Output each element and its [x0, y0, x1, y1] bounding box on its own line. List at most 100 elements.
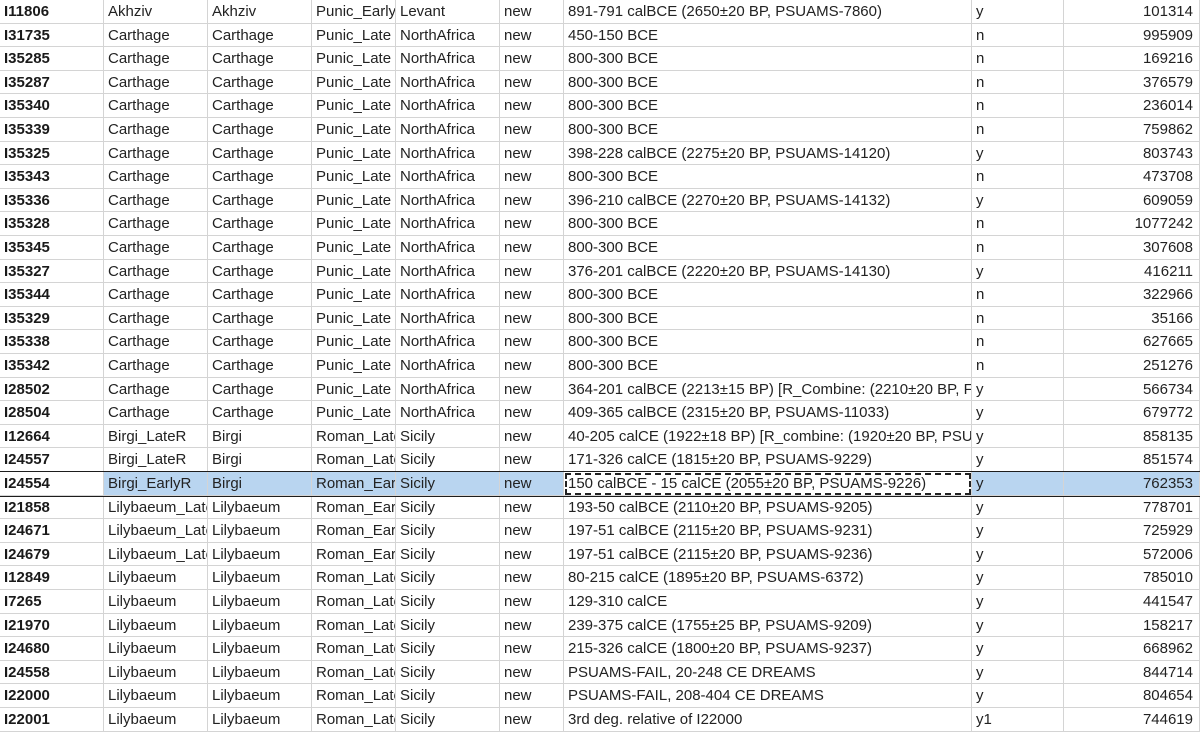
flag-cell[interactable]: y	[972, 259, 1064, 284]
locality-cell[interactable]: Carthage	[208, 94, 312, 118]
region-cell[interactable]: NorthAfrica	[396, 354, 500, 378]
flag-cell[interactable]: y	[972, 495, 1064, 520]
flag-cell[interactable]: y	[972, 519, 1064, 543]
id-cell[interactable]: I35338	[0, 330, 104, 354]
period-cell[interactable]: Punic_Late	[312, 47, 396, 71]
value-cell[interactable]: 725929	[1064, 519, 1200, 543]
flag-cell[interactable]: y	[972, 637, 1064, 661]
status-cell[interactable]: new	[500, 542, 564, 567]
locality-cell[interactable]: Carthage	[208, 377, 312, 402]
locality-cell[interactable]: Lilybaeum	[208, 660, 312, 685]
status-cell[interactable]: new	[500, 23, 564, 48]
region-cell[interactable]: NorthAfrica	[396, 94, 500, 118]
id-cell[interactable]: I35339	[0, 118, 104, 142]
date-cell[interactable]: 129-310 calCE	[564, 590, 972, 614]
table-row[interactable]: I35328 Carthage Carthage Punic_Late NorthAfr…	[0, 212, 1200, 236]
period-cell[interactable]: Punic_Late	[312, 94, 396, 118]
site-cell[interactable]: Lilybaeum	[104, 684, 208, 708]
flag-cell[interactable]: n	[972, 330, 1064, 354]
value-cell[interactable]: 169216	[1064, 47, 1200, 71]
value-cell[interactable]: 804654	[1064, 684, 1200, 708]
locality-cell[interactable]: Lilybaeum	[208, 590, 312, 614]
id-cell[interactable]: I35345	[0, 236, 104, 260]
period-cell[interactable]: Roman_Late	[312, 448, 396, 472]
value-cell[interactable]: 844714	[1064, 660, 1200, 685]
table-row[interactable]: I12849 Lilybaeum Lilybaeum Roman_Late Sicily…	[0, 566, 1200, 590]
region-cell[interactable]: Sicily	[396, 448, 500, 472]
date-cell[interactable]: 800-300 BCE	[564, 283, 972, 307]
flag-cell[interactable]: y	[972, 141, 1064, 166]
period-cell[interactable]: Roman_Late	[312, 684, 396, 708]
value-cell[interactable]: 744619	[1064, 708, 1200, 732]
period-cell[interactable]: Punic_Late	[312, 141, 396, 166]
locality-cell[interactable]: Lilybaeum	[208, 495, 312, 520]
table-row[interactable]: I28502 Carthage Carthage Punic_Late NorthAfr…	[0, 377, 1200, 402]
date-cell[interactable]: 150 calBCE - 15 calCE (2055±20 BP, PSUAM…	[564, 472, 972, 496]
status-cell[interactable]: new	[500, 283, 564, 307]
site-cell[interactable]: Lilybaeum	[104, 637, 208, 661]
site-cell[interactable]: Carthage	[104, 306, 208, 331]
region-cell[interactable]: Sicily	[396, 660, 500, 685]
locality-cell[interactable]: Carthage	[208, 188, 312, 213]
status-cell[interactable]: new	[500, 141, 564, 166]
table-row[interactable]: I21858 Lilybaeum_Late Lilybaeum Roman_Earl S…	[0, 495, 1200, 520]
locality-cell[interactable]: Lilybaeum	[208, 637, 312, 661]
flag-cell[interactable]: n	[972, 23, 1064, 48]
flag-cell[interactable]: n	[972, 118, 1064, 142]
date-cell[interactable]: 800-300 BCE	[564, 306, 972, 331]
id-cell[interactable]: I24671	[0, 519, 104, 543]
locality-cell[interactable]: Carthage	[208, 165, 312, 189]
id-cell[interactable]: I35287	[0, 70, 104, 95]
date-cell[interactable]: 800-300 BCE	[564, 330, 972, 354]
status-cell[interactable]: new	[500, 448, 564, 472]
flag-cell[interactable]: y	[972, 377, 1064, 402]
site-cell[interactable]: Lilybaeum	[104, 708, 208, 732]
site-cell[interactable]: Birgi_LateR	[104, 448, 208, 472]
site-cell[interactable]: Akhziv	[104, 0, 208, 24]
status-cell[interactable]: new	[500, 637, 564, 661]
flag-cell[interactable]: n	[972, 47, 1064, 71]
id-cell[interactable]: I35327	[0, 259, 104, 284]
value-cell[interactable]: 251276	[1064, 354, 1200, 378]
id-cell[interactable]: I35344	[0, 283, 104, 307]
region-cell[interactable]: NorthAfrica	[396, 259, 500, 284]
id-cell[interactable]: I24557	[0, 448, 104, 472]
period-cell[interactable]: Punic_Late	[312, 306, 396, 331]
id-cell[interactable]: I22001	[0, 708, 104, 732]
region-cell[interactable]: NorthAfrica	[396, 47, 500, 71]
period-cell[interactable]: Punic_Late	[312, 165, 396, 189]
region-cell[interactable]: Sicily	[396, 424, 500, 449]
region-cell[interactable]: Sicily	[396, 590, 500, 614]
status-cell[interactable]: new	[500, 613, 564, 638]
period-cell[interactable]: Roman_Earl	[312, 542, 396, 567]
id-cell[interactable]: I31735	[0, 23, 104, 48]
date-cell[interactable]: 800-300 BCE	[564, 354, 972, 378]
value-cell[interactable]: 762353	[1064, 472, 1200, 496]
site-cell[interactable]: Carthage	[104, 377, 208, 402]
value-cell[interactable]: 679772	[1064, 401, 1200, 425]
region-cell[interactable]: NorthAfrica	[396, 236, 500, 260]
flag-cell[interactable]: y	[972, 424, 1064, 449]
value-cell[interactable]: 759862	[1064, 118, 1200, 142]
status-cell[interactable]: new	[500, 566, 564, 590]
date-cell[interactable]: 197-51 calBCE (2115±20 BP, PSUAMS-9236)	[564, 542, 972, 567]
date-cell[interactable]: 364-201 calBCE (2213±15 BP) [R_Combine: …	[564, 377, 972, 402]
region-cell[interactable]: NorthAfrica	[396, 165, 500, 189]
locality-cell[interactable]: Carthage	[208, 306, 312, 331]
site-cell[interactable]: Lilybaeum	[104, 566, 208, 590]
flag-cell[interactable]: y	[972, 0, 1064, 24]
flag-cell[interactable]: n	[972, 94, 1064, 118]
table-row[interactable]: I24679 Lilybaeum_Late Lilybaeum Roman_Earl S…	[0, 542, 1200, 567]
id-cell[interactable]: I35343	[0, 165, 104, 189]
status-cell[interactable]: new	[500, 236, 564, 260]
locality-cell[interactable]: Lilybaeum	[208, 566, 312, 590]
id-cell[interactable]: I24680	[0, 637, 104, 661]
flag-cell[interactable]: n	[972, 165, 1064, 189]
table-row[interactable]: I24671 Lilybaeum_Late Lilybaeum Roman_Earl S…	[0, 519, 1200, 543]
id-cell[interactable]: I35340	[0, 94, 104, 118]
period-cell[interactable]: Punic_Late	[312, 70, 396, 95]
site-cell[interactable]: Carthage	[104, 23, 208, 48]
table-row[interactable]: I35345 Carthage Carthage Punic_Late NorthAfr…	[0, 236, 1200, 260]
table-row[interactable]: I21970 Lilybaeum Lilybaeum Roman_Late Sicily…	[0, 613, 1200, 638]
table-row[interactable]: I35287 Carthage Carthage Punic_Late NorthAfr…	[0, 70, 1200, 95]
